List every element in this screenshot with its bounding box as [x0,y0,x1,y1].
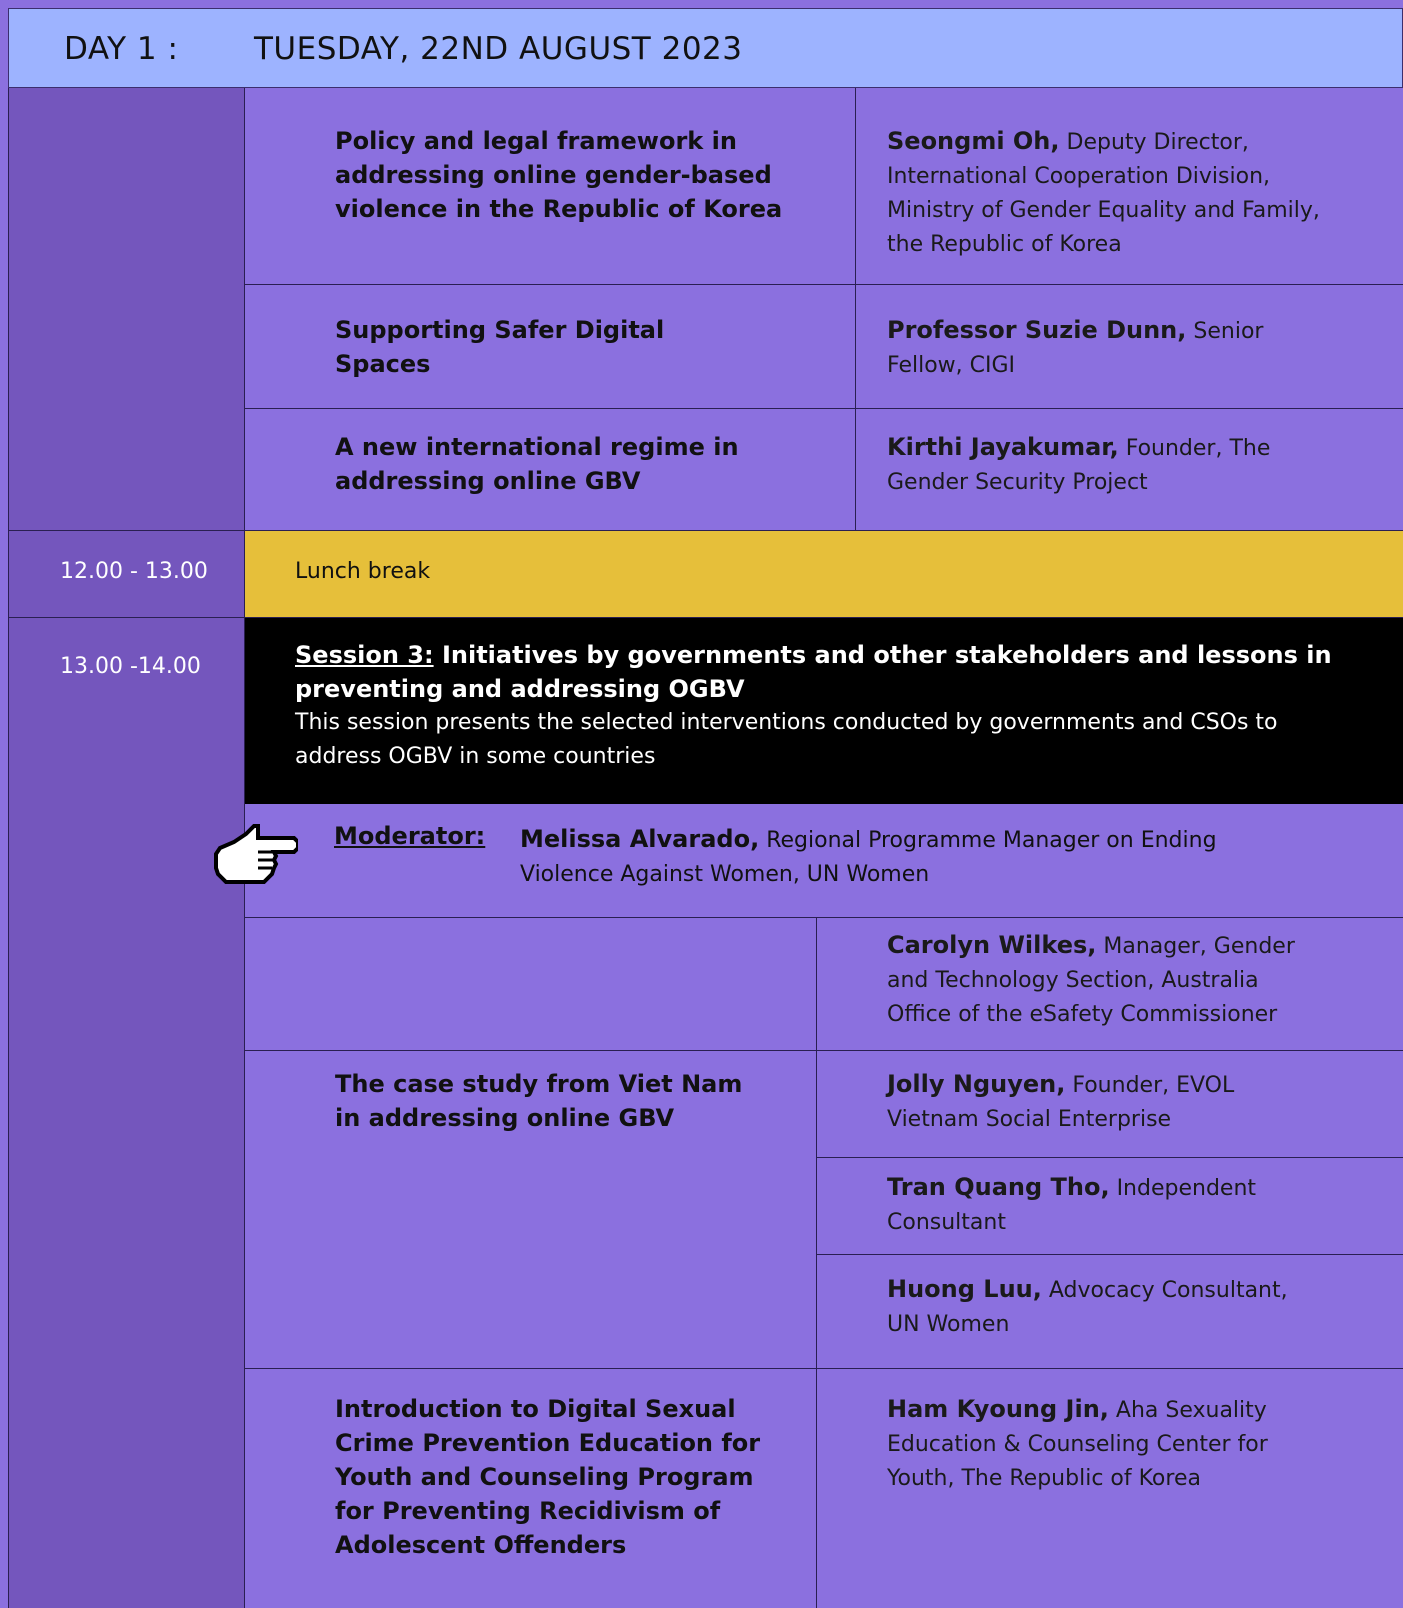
day-header: DAY 1 : TUESDAY, 22ND AUGUST 2023 [8,8,1403,88]
lunch-break-row: Lunch break [245,531,1403,617]
session-title: Session 3: Initiatives by governments an… [295,638,1353,706]
speaker-entry: Kirthi Jayakumar, Founder, The Gender Se… [887,430,1327,500]
speaker-name: Kirthi Jayakumar, [887,433,1119,461]
day-label: DAY 1 : [64,31,179,67]
speaker-name: Seongmi Oh, [887,127,1060,155]
speaker-name: Jolly Nguyen, [887,1070,1066,1098]
moderator-name: Melissa Alvarado, [520,825,760,853]
speaker-name: Tran Quang Tho, [887,1173,1110,1201]
session-3-header: Session 3: Initiatives by governments an… [245,618,1403,804]
speaker-name: Carolyn Wilkes, [887,931,1097,959]
talk-title: A new international regime in addressing… [335,433,739,495]
talk-title: Supporting Safer Digital Spaces [335,316,665,378]
speaker-entry: Jolly Nguyen, Founder, EVOL Vietnam Soci… [887,1067,1307,1137]
speaker-name: Huong Luu, [887,1275,1042,1303]
speaker-entry: Carolyn Wilkes, Manager, Gender and Tech… [887,928,1327,1032]
moderator-label: Moderator: [334,822,486,850]
session-label: Session 3: [295,641,434,669]
speaker-entry: Professor Suzie Dunn, Senior Fellow, CIG… [887,313,1327,383]
pointing-hand-icon [214,820,300,890]
time-column [8,88,244,1608]
session-title-text: Initiatives by governments and other sta… [295,641,1332,703]
session-time: 13.00 -14.00 [60,654,201,679]
lunch-label: Lunch break [295,559,431,584]
talk-title: Introduction to Digital Sexual Crime Pre… [335,1395,761,1559]
talk-title: The case study from Viet Nam in addressi… [335,1070,743,1132]
speaker-name: Ham Kyoung Jin, [887,1395,1109,1423]
moderator-entry: Melissa Alvarado, Regional Programme Man… [520,822,1220,892]
speaker-entry: Seongmi Oh, Deputy Director, Internation… [887,124,1327,262]
speaker-entry: Ham Kyoung Jin, Aha Sexuality Education … [887,1392,1327,1496]
session-description: This session presents the selected inter… [295,710,1278,769]
speaker-name: Professor Suzie Dunn, [887,316,1187,344]
lunch-time: 12.00 - 13.00 [60,559,208,584]
day-date: TUESDAY, 22ND AUGUST 2023 [254,31,743,67]
speaker-entry: Tran Quang Tho, Independent Consultant [887,1170,1307,1240]
speaker-entry: Huong Luu, Advocacy Consultant, UN Women [887,1272,1327,1342]
talk-title: Policy and legal framework in addressing… [335,127,783,223]
